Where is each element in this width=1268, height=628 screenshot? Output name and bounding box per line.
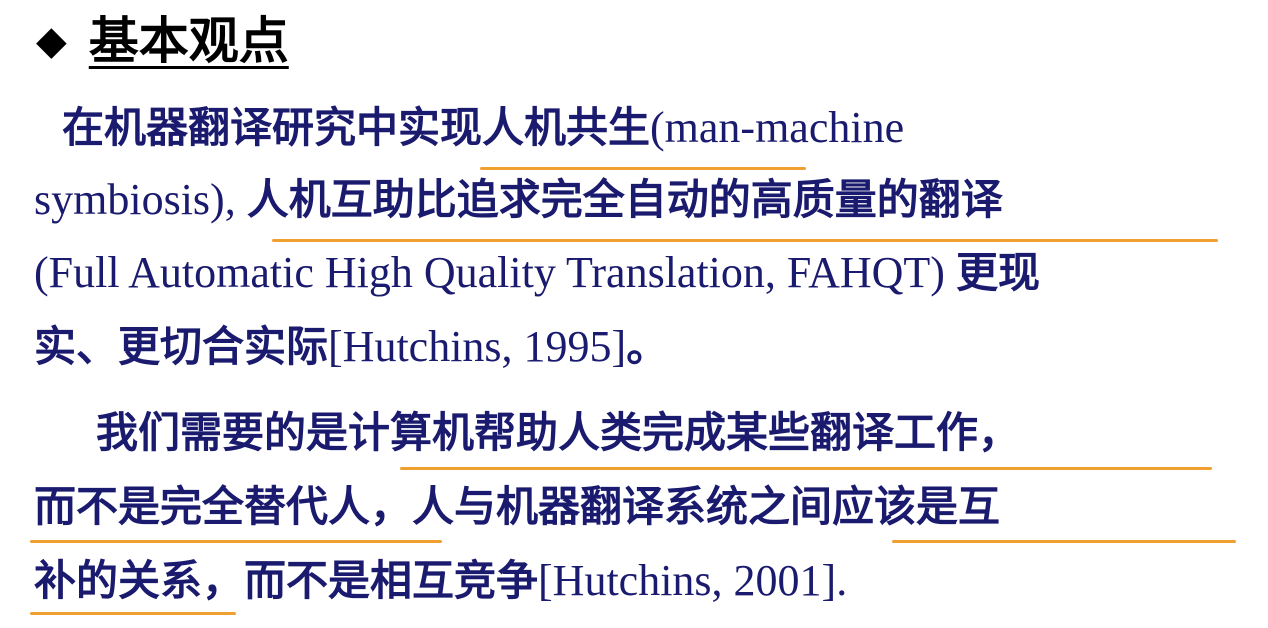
para2-line3: 补的关系，而不是相互竞争[Hutchins, 2001]. (0, 546, 1268, 616)
highlight-underline (30, 612, 236, 615)
section-heading: ◆ 基本观点 (36, 6, 289, 76)
para2-line3-zh: 补的关系，而不是相互竞争 (34, 556, 539, 605)
para1-line4-zh: 实、更切合实际 (34, 322, 329, 371)
highlight-underline (892, 540, 1236, 543)
para1-line4-end: 。 (626, 322, 669, 371)
para1-line2-zh: 人机互助比追求完全自动的高质量的翻译 (246, 175, 1003, 224)
para1-line2-en: symbiosis), (34, 175, 247, 224)
highlight-underline (400, 467, 1212, 470)
para2-line3-en: [Hutchins, 2001]. (538, 556, 848, 605)
para1-line4-en: [Hutchins, 1995] (328, 322, 627, 371)
para2-line2-zh: 而不是完全替代人，人与机器翻译系统之间应该是互 (34, 482, 1001, 531)
para1-line3: (Full Automatic High Quality Translation… (0, 238, 1268, 308)
para2-line1: 我们需要的是计算机帮助人类完成某些翻译工作， (0, 398, 1268, 468)
para1-line3-en: (Full Automatic High Quality Translation… (34, 248, 956, 297)
para1-line4: 实、更切合实际[Hutchins, 1995]。 (0, 312, 1268, 382)
para1-line1-en: (man-machine (650, 103, 905, 152)
highlight-underline (30, 540, 442, 543)
para1-line3-zh: 更现 (955, 248, 1040, 297)
para2-line1-zh: 我们需要的是计算机帮助人类完成某些翻译工作， (96, 408, 1021, 457)
para1-line2: symbiosis), 人机互助比追求完全自动的高质量的翻译 (0, 165, 1268, 235)
heading-title: 基本观点 (88, 12, 289, 70)
para2-line2: 而不是完全替代人，人与机器翻译系统之间应该是互 (0, 472, 1268, 542)
para1-line1: 在机器翻译研究中实现人机共生(man-machine (0, 93, 1268, 163)
diamond-bullet-icon: ◆ (36, 18, 67, 64)
para1-line1-zh: 在机器翻译研究中实现人机共生 (62, 103, 651, 152)
